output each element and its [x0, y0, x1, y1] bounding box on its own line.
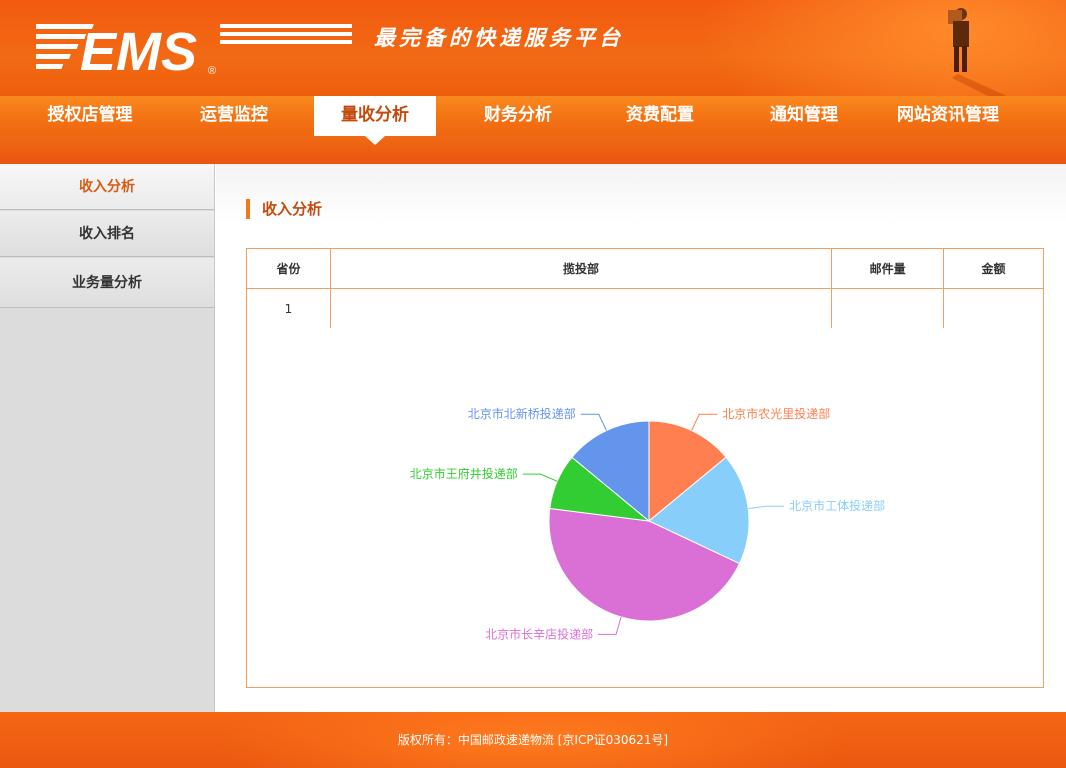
sidebar-item-revenue-analysis[interactable]: 收入分析 [0, 164, 214, 210]
nav-item-notice-management[interactable]: 通知管理 [734, 96, 874, 136]
main-content: 收入分析 省份 揽投部 邮件量 金额 1 北京市农光里投递部 北京市工体投递部 北京… [216, 164, 1066, 712]
pie-leader-line [748, 505, 785, 509]
pie-leader-line [691, 413, 718, 431]
pie-label: 北京市农光里投递部 [722, 406, 830, 421]
svg-text:®: ® [208, 65, 216, 77]
courier-figure-icon [948, 8, 1007, 96]
page-title: 收入分析 [246, 199, 322, 219]
nav-band [0, 136, 1066, 164]
nav-item-finance-analysis[interactable]: 财务分析 [448, 96, 588, 136]
sidebar: 收入分析 收入排名 业务量分析 [0, 164, 215, 712]
slogan: 最完备的快递服务平台 [374, 25, 624, 50]
pie-leader-line [580, 413, 607, 431]
table-header-amount: 金额 [943, 248, 1044, 289]
main-nav: 授权店管理 运营监控 量收分析 财务分析 资费配置 通知管理 网站资讯管理 [0, 96, 1066, 136]
nav-item-authorized-stores[interactable]: 授权店管理 [20, 96, 160, 136]
table-cell [329, 288, 833, 329]
footer: 版权所有：中国邮政速递物流 [京ICP证030621号] [0, 712, 1066, 768]
sidebar-item-revenue-ranking[interactable]: 收入排名 [0, 211, 214, 257]
pie-label: 北京市北新桥投递部 [468, 406, 576, 421]
table-header-delivery-dept: 揽投部 [329, 248, 833, 289]
table-cell [831, 288, 945, 329]
table-cell [943, 288, 1044, 329]
pie-label: 北京市王府井投递部 [410, 466, 518, 481]
active-nav-pointer [365, 136, 385, 145]
table-cell: 1 [246, 288, 331, 329]
header: EMS ® 最完备的快递服务平台 [0, 0, 1066, 96]
sidebar-item-volume-analysis[interactable]: 业务量分析 [0, 258, 214, 308]
logo-text: EMS [80, 22, 197, 78]
pie-chart: 北京市农光里投递部北京市工体投递部北京市长辛店投递部 北京市王府井投递部 北京市北新… [410, 406, 885, 641]
nav-item-operations-monitor[interactable]: 运营监控 [164, 96, 304, 136]
table-row: 1 [246, 288, 1044, 329]
chart-container: 北京市农光里投递部北京市工体投递部北京市长辛店投递部 北京市王府井投递部 北京市北新… [246, 328, 1044, 688]
ems-logo: EMS ® [36, 22, 352, 78]
pie-label: 北京市工体投递部 [789, 498, 885, 513]
pie-label: 北京市长辛店投递部 [485, 626, 593, 641]
nav-item-volume-revenue-analysis[interactable]: 量收分析 [314, 96, 436, 136]
pie-leader-line [598, 616, 622, 635]
pie-leader-line [522, 473, 558, 482]
table-header-mail-volume: 邮件量 [831, 248, 945, 289]
nav-item-tariff-config[interactable]: 资费配置 [590, 96, 730, 136]
nav-item-site-news-management[interactable]: 网站资讯管理 [878, 96, 1018, 136]
table-header-province: 省份 [246, 248, 331, 289]
data-table: 省份 揽投部 邮件量 金额 1 [246, 248, 1044, 329]
